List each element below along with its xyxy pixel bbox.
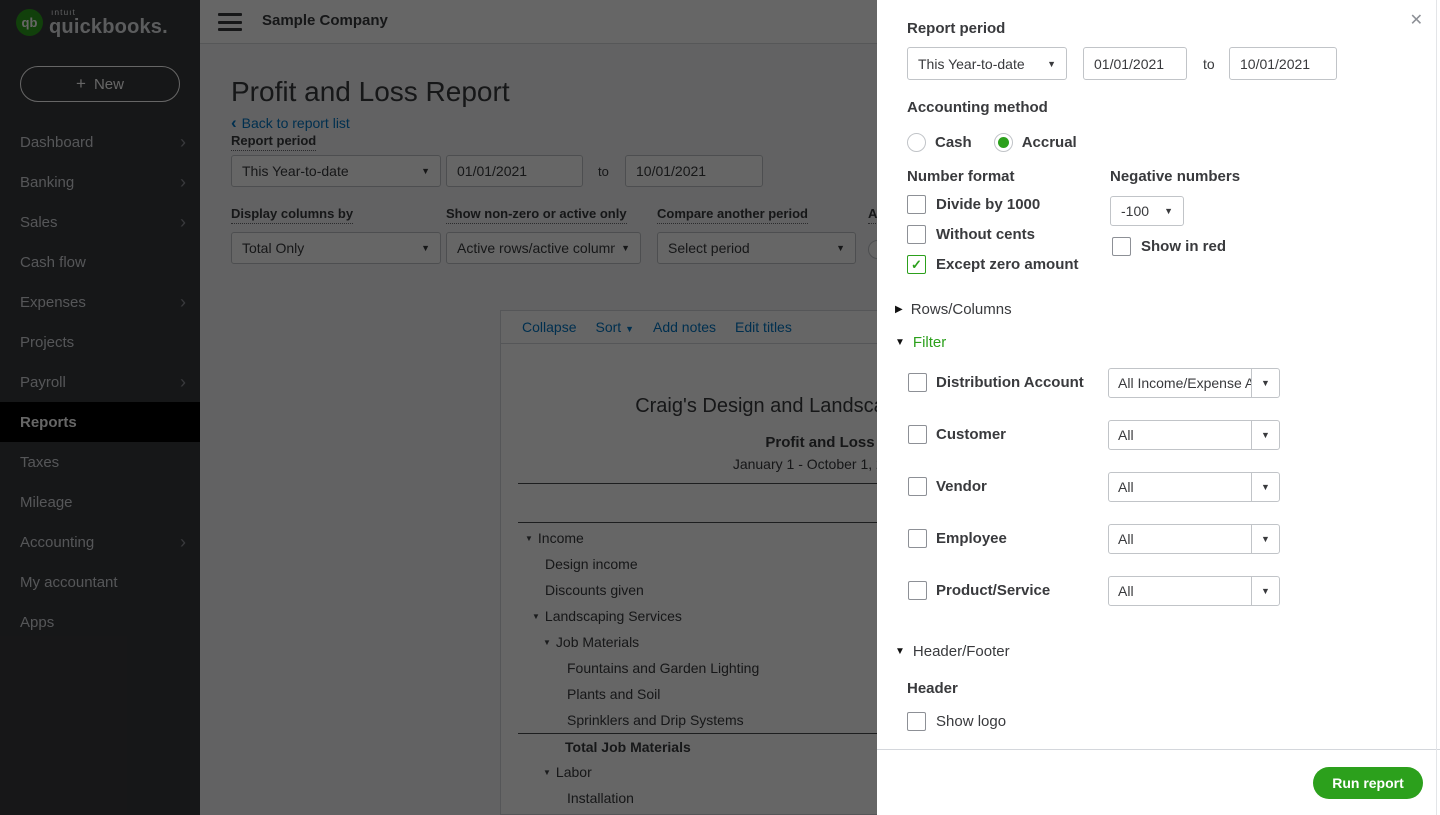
checkbox-unchecked-icon[interactable] [908,373,927,392]
checkbox-unchecked-icon[interactable] [908,477,927,496]
negative-numbers-heading: Negative numbers [1110,168,1241,185]
panel-report-period-heading: Report period [907,20,1006,37]
rows-columns-section-toggle[interactable]: ▶ Rows/Columns [895,301,1012,318]
checkbox-unchecked-icon[interactable] [908,425,927,444]
triangle-down-icon: ▼ [895,337,905,348]
accrual-radio[interactable]: Accrual [993,133,1077,152]
filter-row-employee: Employee All ▼ [877,524,1440,554]
checkbox-checked-icon [907,255,926,274]
divide-by-1000-checkbox[interactable]: Divide by 1000 [907,195,1040,214]
cash-radio[interactable]: Cash [907,133,972,152]
header-subheading: Header [907,680,958,697]
filter-row-vendor: Vendor All ▼ [877,472,1440,502]
customer-select[interactable]: All ▼ [1108,420,1280,450]
checkbox-unchecked-icon [907,195,926,214]
except-zero-amount-checkbox[interactable]: Except zero amount [907,255,1079,274]
caret-down-icon: ▼ [1251,525,1279,553]
caret-down-icon: ▼ [1251,473,1279,501]
filter-row-customer: Customer All ▼ [877,420,1440,450]
panel-date-to-input[interactable] [1229,47,1337,80]
checkbox-unchecked-icon [1112,237,1131,256]
filter-row-distribution-account: Distribution Account All Income/Expense … [877,368,1440,398]
accounting-method-heading: Accounting method [907,99,1048,116]
negative-format-select[interactable]: -100 [1110,196,1184,226]
caret-down-icon: ▼ [1251,577,1279,605]
header-footer-section-toggle[interactable]: ▼ Header/Footer [895,643,1010,660]
filter-section-toggle[interactable]: ▼ Filter [895,334,946,351]
show-logo-checkbox[interactable]: Show logo [907,712,1006,731]
filter-row-product-service: Product/Service All ▼ [877,576,1440,606]
number-format-heading: Number format [907,168,1015,185]
employee-select[interactable]: All ▼ [1108,524,1280,554]
vendor-select[interactable]: All ▼ [1108,472,1280,502]
caret-down-icon: ▼ [1251,369,1279,397]
caret-down-icon: ▼ [1251,421,1279,449]
panel-to-label: to [1203,56,1215,72]
checkbox-unchecked-icon [907,225,926,244]
triangle-right-icon: ▶ [895,304,903,315]
distribution-account-select[interactable]: All Income/Expense Accounts ▼ [1108,368,1280,398]
panel-period-select[interactable]: This Year-to-date [907,47,1067,80]
checkbox-unchecked-icon[interactable] [908,529,927,548]
show-in-red-checkbox[interactable]: Show in red [1112,237,1226,256]
radio-on-icon [993,133,1013,152]
radio-off-icon [907,133,926,152]
customize-report-panel: ✕ Report period This Year-to-date to Acc… [877,0,1440,815]
checkbox-unchecked-icon [907,712,926,731]
checkbox-unchecked-icon[interactable] [908,581,927,600]
product-service-select[interactable]: All ▼ [1108,576,1280,606]
run-report-button[interactable]: Run report [1313,767,1423,799]
close-icon[interactable]: ✕ [1410,10,1423,30]
triangle-down-icon: ▼ [895,646,905,657]
without-cents-checkbox[interactable]: Without cents [907,225,1035,244]
panel-date-from-input[interactable] [1083,47,1187,80]
panel-footer: Run report [877,749,1440,815]
